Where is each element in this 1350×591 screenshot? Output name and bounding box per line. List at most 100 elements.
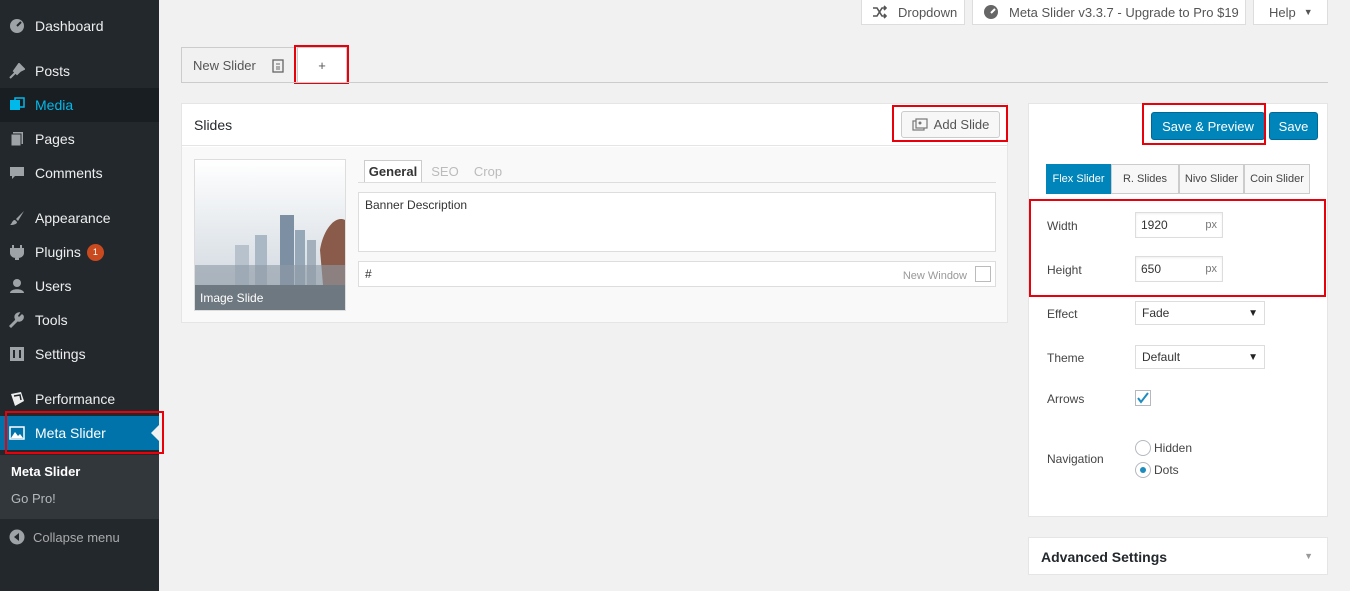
submenu-item-meta-slider[interactable]: Meta Slider: [11, 464, 80, 479]
dropdown-button[interactable]: Dropdown: [861, 0, 965, 25]
gauge-icon: [983, 4, 999, 20]
meta-slider-icon: [8, 424, 26, 442]
width-value: 1920: [1141, 218, 1168, 232]
slide-url-value: #: [365, 267, 372, 281]
dashboard-icon: [8, 17, 26, 35]
dropdown-label: Dropdown: [898, 4, 958, 20]
help-button[interactable]: Help ▼: [1253, 0, 1328, 25]
save-button[interactable]: Save: [1269, 112, 1318, 140]
sidebar-item-posts[interactable]: Posts: [0, 54, 159, 88]
tab-flex-slider[interactable]: Flex Slider: [1046, 164, 1111, 194]
sidebar-item-label: Comments: [35, 165, 103, 181]
sidebar-item-label: Plugins: [35, 244, 81, 260]
submenu-item-go-pro[interactable]: Go Pro!: [11, 491, 56, 506]
sidebar-item-label: Dashboard: [35, 18, 104, 34]
effect-value: Fade: [1142, 306, 1170, 320]
sidebar-item-appearance[interactable]: Appearance: [0, 201, 159, 235]
sidebar-item-media[interactable]: Media: [0, 88, 159, 122]
tab-coin-slider[interactable]: Coin Slider: [1244, 164, 1310, 194]
new-window-checkbox[interactable]: [975, 266, 991, 282]
sidebar-item-users[interactable]: Users: [0, 269, 159, 303]
upgrade-button[interactable]: Meta Slider v3.3.7 - Upgrade to Pro $19: [972, 0, 1246, 25]
slider-settings-panel: Save & Preview Save Flex Slider R. Slide…: [1028, 103, 1328, 517]
width-unit: px: [1205, 219, 1217, 231]
slide-description-textarea[interactable]: Banner Description: [358, 192, 996, 252]
select-arrow-icon: ▼: [1248, 351, 1258, 363]
nav-hidden-radio[interactable]: [1135, 440, 1151, 456]
sidebar-item-pages[interactable]: Pages: [0, 122, 159, 156]
tab-seo[interactable]: SEO: [428, 160, 462, 182]
tab-new-slider[interactable]: New Slider: [181, 47, 295, 83]
sidebar-item-label: Posts: [35, 63, 71, 79]
height-input[interactable]: 650 px: [1135, 256, 1223, 282]
sidebar-item-performance[interactable]: Performance: [0, 382, 159, 416]
add-slide-label: Add Slide: [933, 117, 990, 132]
sidebar-item-label: Meta Slider: [35, 425, 106, 441]
collapse-menu-button[interactable]: Collapse menu: [0, 524, 159, 550]
slides-panel: Slides Add Slide Image Slide General SEO: [181, 103, 1008, 323]
effect-select[interactable]: Fade ▼: [1135, 301, 1265, 325]
sidebar-item-comments[interactable]: Comments: [0, 156, 159, 190]
media-icon: [8, 96, 26, 114]
tab-r-slides[interactable]: R. Slides: [1111, 164, 1179, 194]
arrows-checkbox[interactable]: [1135, 390, 1151, 406]
height-label: Height: [1047, 263, 1082, 277]
sidebar-item-tools[interactable]: Tools: [0, 303, 159, 337]
save-preview-button[interactable]: Save & Preview: [1151, 112, 1265, 140]
upgrade-label: Meta Slider v3.3.7 - Upgrade to Pro $19: [1009, 4, 1239, 20]
sidebar-item-label: Tools: [35, 312, 68, 328]
slide-url-input[interactable]: # New Window: [358, 261, 996, 287]
tab-general[interactable]: General: [364, 160, 422, 182]
add-slide-button[interactable]: Add Slide: [901, 111, 1000, 138]
advanced-settings-toggle[interactable]: Advanced Settings ▼: [1028, 537, 1328, 575]
city-image: [195, 160, 345, 310]
navigation-label: Navigation: [1047, 452, 1104, 466]
height-value: 650: [1141, 262, 1162, 276]
collapse-menu-label: Collapse menu: [33, 529, 120, 545]
theme-label: Theme: [1047, 351, 1085, 365]
wrench-icon: [8, 311, 26, 329]
sidebar-item-plugins[interactable]: Plugins 1: [0, 235, 159, 269]
add-image-icon: [912, 117, 928, 132]
effect-label: Effect: [1047, 307, 1078, 321]
width-input[interactable]: 1920 px: [1135, 212, 1223, 238]
slide-type-caption: Image Slide: [200, 291, 264, 305]
update-count-badge: 1: [86, 243, 104, 261]
sidebar-item-label: Performance: [35, 391, 116, 407]
sidebar-item-label: Settings: [35, 346, 86, 362]
document-icon[interactable]: [272, 58, 284, 73]
theme-value: Default: [1142, 350, 1181, 364]
meta-slider-submenu: Meta Slider Go Pro!: [0, 455, 159, 519]
checkmark-icon: [1137, 392, 1149, 404]
slide-thumbnail[interactable]: Image Slide: [194, 159, 346, 311]
tab-divider: [181, 82, 1328, 83]
sidebar-item-settings[interactable]: Settings: [0, 337, 159, 371]
slides-title: Slides: [194, 117, 233, 133]
nav-hidden-label: Hidden: [1154, 441, 1193, 455]
subtab-divider: [358, 182, 996, 183]
add-slider-tab[interactable]: +: [297, 47, 347, 83]
tab-crop[interactable]: Crop: [470, 160, 506, 182]
plugin-icon: [8, 243, 26, 261]
slides-list: Image Slide General SEO Crop Banner Desc…: [182, 147, 1007, 322]
theme-select[interactable]: Default ▼: [1135, 345, 1265, 369]
nav-dots-radio[interactable]: [1135, 462, 1151, 478]
arrows-label: Arrows: [1047, 392, 1085, 406]
select-arrow-icon: ▼: [1248, 307, 1258, 319]
advanced-settings-label: Advanced Settings: [1041, 549, 1168, 565]
sidebar-item-label: Media: [35, 97, 74, 113]
sidebar-item-dashboard[interactable]: Dashboard: [0, 9, 159, 43]
caret-down-icon: ▼: [1303, 7, 1313, 17]
help-label: Help: [1269, 4, 1296, 20]
sidebar-item-label: Appearance: [35, 210, 111, 226]
shuffle-icon: [872, 5, 888, 19]
add-slider-label: +: [318, 58, 326, 73]
admin-sidebar: Dashboard Posts Media Pages Comments App…: [0, 0, 159, 591]
sidebar-item-meta-slider[interactable]: Meta Slider: [0, 416, 159, 450]
width-label: Width: [1047, 219, 1078, 233]
tab-nivo-slider[interactable]: Nivo Slider: [1179, 164, 1244, 194]
pin-icon: [8, 62, 26, 80]
nav-dots-label: Dots: [1154, 463, 1179, 477]
performance-icon: [8, 390, 26, 408]
slides-header: Slides Add Slide: [182, 104, 1007, 146]
